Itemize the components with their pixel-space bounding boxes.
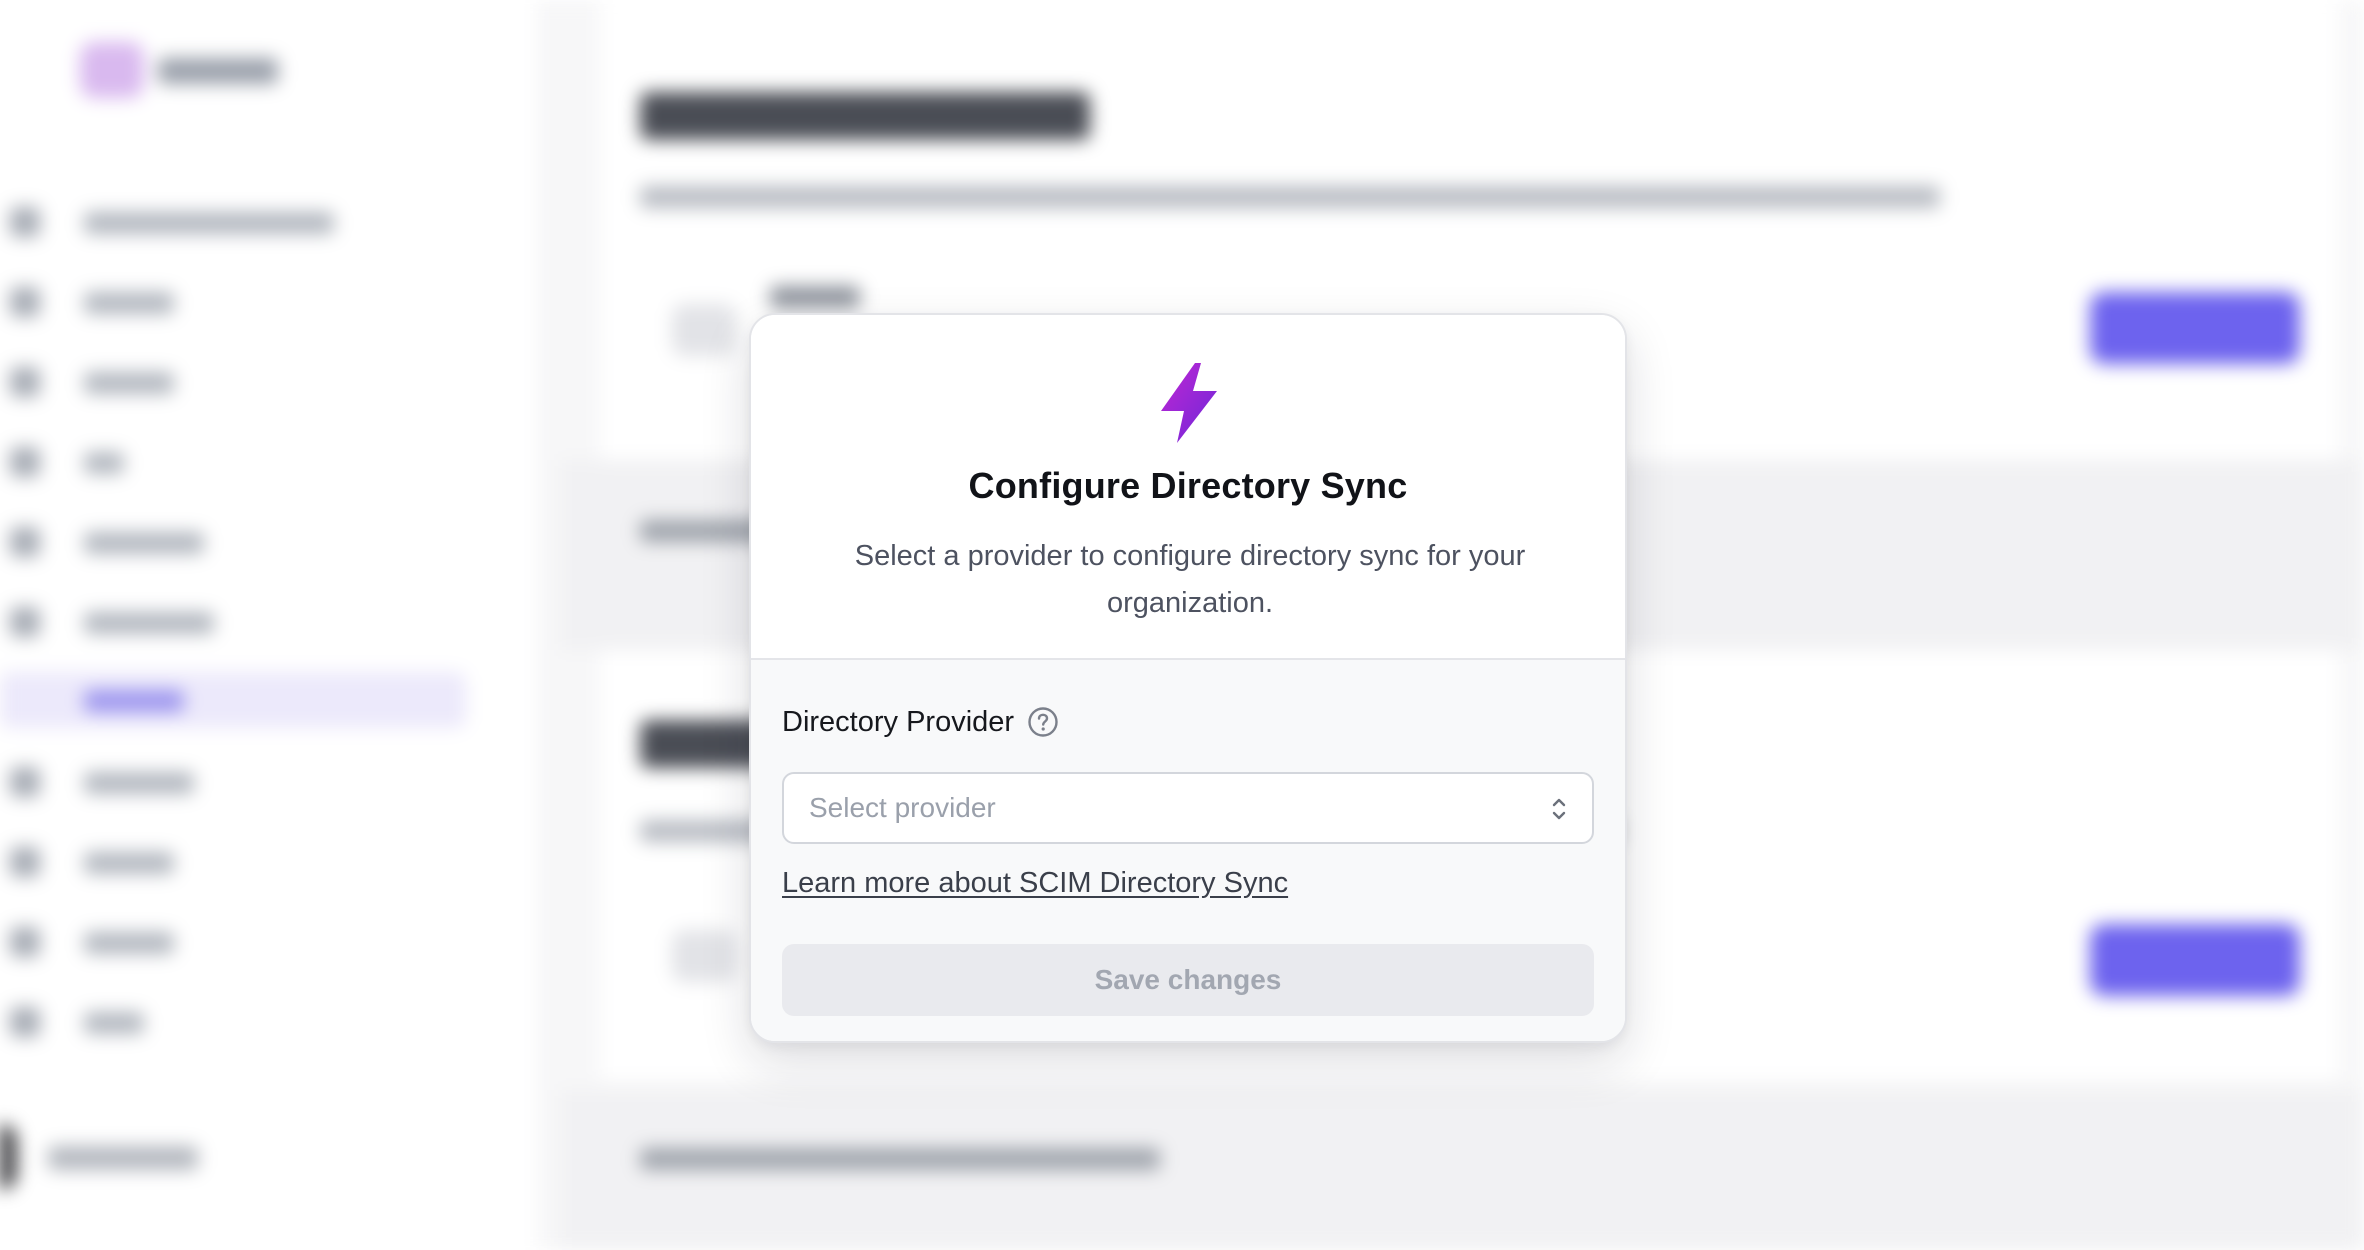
- dialog-subtitle: Select a provider to configure directory…: [854, 540, 1526, 619]
- directory-provider-select[interactable]: Select provider: [782, 772, 1594, 844]
- save-changes-button[interactable]: Save changes: [782, 944, 1594, 1016]
- background-text-line: [770, 286, 860, 308]
- background-sidebar: [0, 0, 540, 1250]
- background-nav-label: [84, 772, 194, 794]
- background-nav-label: [84, 852, 174, 874]
- background-text-line: [640, 1148, 1160, 1170]
- background-nav-label: [84, 452, 124, 474]
- background-heading: [640, 92, 1090, 140]
- background-nav-label: [84, 372, 174, 394]
- background-logo-text: [158, 58, 278, 84]
- select-placeholder: Select provider: [809, 792, 996, 823]
- dialog-body: Directory Provider Select provider Learn…: [751, 660, 1625, 1041]
- background-text-line: [640, 186, 1940, 208]
- background-nav-icon: [10, 447, 40, 477]
- background-nav-icon: [10, 367, 40, 397]
- background-nav-icon: [10, 927, 40, 957]
- background-band: [560, 1090, 2364, 1250]
- background-nav-label: [84, 690, 184, 712]
- directory-provider-label-row: Directory Provider: [782, 702, 1059, 742]
- background-nav-icon: [10, 527, 40, 557]
- background-logo: [80, 42, 144, 98]
- background-chip: [672, 930, 736, 982]
- background-nav-label: [84, 612, 214, 634]
- background-nav-active: [0, 672, 466, 728]
- background-user-name: [48, 1146, 198, 1170]
- chevron-up-down-icon: [1552, 798, 1566, 820]
- background-nav-label: [84, 532, 204, 554]
- background-divider: [540, 0, 542, 1250]
- background-button: [2090, 924, 2300, 996]
- background-nav-label: [84, 212, 334, 234]
- background-nav-icon: [10, 607, 40, 637]
- background-nav-label: [84, 932, 174, 954]
- background-nav-label: [84, 292, 174, 314]
- lightning-bolt-icon: [1161, 363, 1217, 443]
- background-nav-icon: [10, 847, 40, 877]
- background-nav-label: [84, 1012, 144, 1034]
- question-circle-icon[interactable]: [1027, 706, 1059, 738]
- background-chip: [672, 304, 736, 356]
- directory-provider-label: Directory Provider: [782, 705, 1015, 738]
- background-button: [2090, 292, 2300, 364]
- background-user-avatar: [0, 1124, 16, 1190]
- background-nav-icon: [10, 1007, 40, 1037]
- configure-directory-sync-dialog: Configure Directory Sync Select a provid…: [749, 313, 1627, 1043]
- background-nav-icon: [10, 767, 40, 797]
- dialog-title: Configure Directory Sync: [968, 465, 1408, 506]
- background-nav-icon: [10, 207, 40, 237]
- background-nav-icon: [10, 287, 40, 317]
- dialog-header: Configure Directory Sync Select a provid…: [751, 315, 1625, 660]
- learn-more-scim-link[interactable]: Learn more about SCIM Directory Sync: [782, 867, 1288, 900]
